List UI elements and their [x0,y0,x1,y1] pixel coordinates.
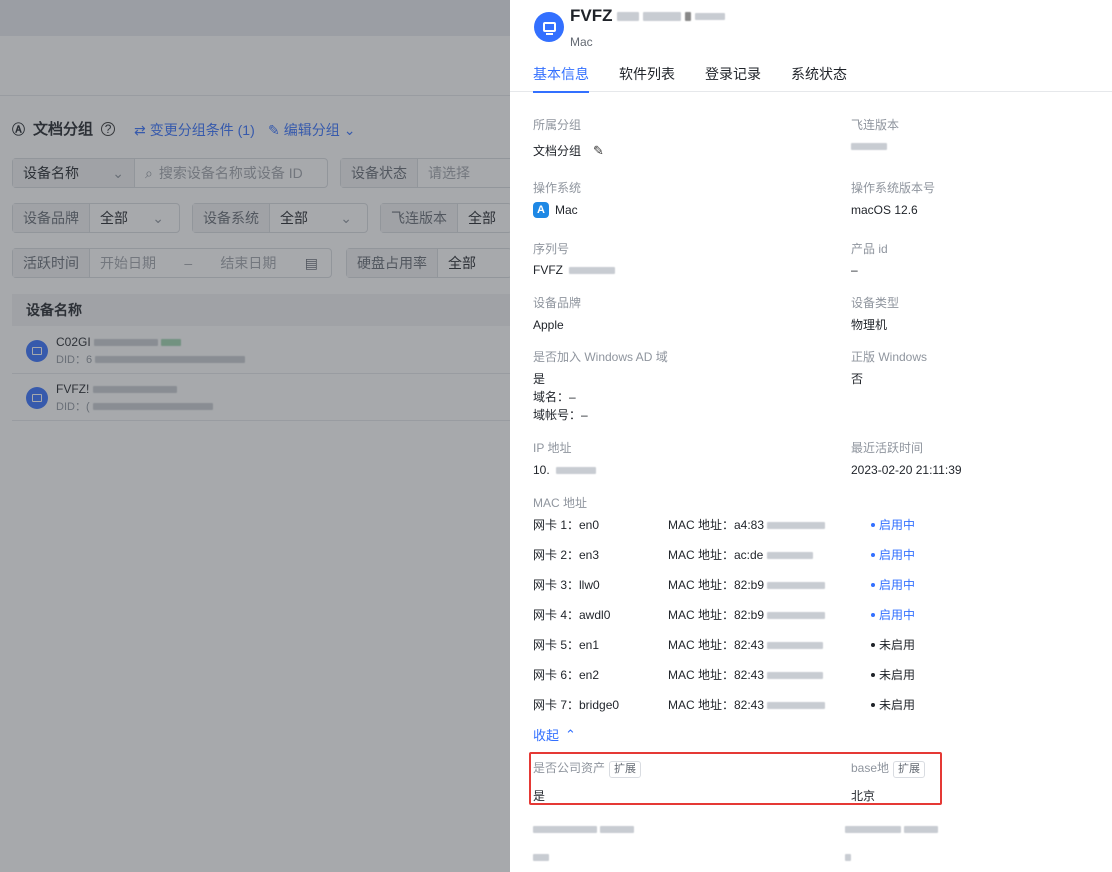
modal-overlay[interactable] [0,0,510,872]
extension-tag: 扩展 [893,761,926,778]
tab-system-status[interactable]: 系统状态 [791,64,847,92]
nic-row: 网卡 5：en1 MAC 地址：82:43 未启用 [533,636,916,653]
field-product-id: 产品 id – [851,242,888,277]
nic-row: 网卡 6：en2 MAC 地址：82:43 未启用 [533,666,916,683]
chevron-up-icon: ⌃ [565,726,576,742]
field-windows-ad: 是否加入 Windows AD 域 是 域名：– 域帐号：– [533,350,668,422]
nic-status: 未启用 [871,696,915,713]
device-detail-drawer: FVFZ Mac 基本信息 软件列表 登录记录 系统状态 所属分组 文档分组 ✎ … [510,0,1112,872]
field-device-type: 设备类型 物理机 [851,296,900,332]
tab-basic-info[interactable]: 基本信息 [533,64,589,93]
field-brand: 设备品牌 Apple [533,296,582,332]
field-os-version: 操作系统版本号 macOS 12.6 [851,181,936,217]
tab-software-list[interactable]: 软件列表 [619,64,675,92]
field-feilian-version: 飞连版本 [851,117,899,150]
nic-row: 网卡 4：awdl0 MAC 地址：82:b9 启用中 [533,606,916,623]
field-last-active: 最近活跃时间 2023-02-20 21:11:39 [851,441,962,477]
nic-status: 启用中 [871,516,915,533]
drawer-header: FVFZ Mac 基本信息 软件列表 登录记录 系统状态 [510,0,1112,93]
nic-status: 启用中 [871,606,915,623]
field-redacted [533,822,635,864]
nic-status: 启用中 [871,576,915,593]
field-base-location: base地 扩展 北京 [851,760,926,804]
drawer-subtitle: Mac [570,35,593,49]
app-store-icon: A [533,202,549,218]
field-company-asset: 是否公司资产 扩展 是 [533,760,642,804]
nic-row: 网卡 1：en0 MAC 地址：a4:83 启用中 [533,516,916,533]
nic-status: 启用中 [871,546,915,563]
field-serial: 序列号 FVFZ [533,241,615,278]
nic-status: 未启用 [871,666,915,683]
nic-row: 网卡 2：en3 MAC 地址：ac:de 启用中 [533,546,916,563]
field-mac-label: MAC 地址 [533,496,588,510]
computer-icon [534,12,564,42]
field-redacted [845,822,939,864]
collapse-button[interactable]: 收起 ⌃ [533,725,576,744]
nic-row: 网卡 3：llw0 MAC 地址：82:b9 启用中 [533,576,916,593]
extension-tag: 扩展 [609,761,642,778]
field-genuine-windows: 正版 Windows 否 [851,350,928,386]
nic-row: 网卡 7：bridge0 MAC 地址：82:43 未启用 [533,696,916,713]
tab-login-records[interactable]: 登录记录 [705,64,761,92]
edit-icon[interactable]: ✎ [593,143,604,159]
field-os: 操作系统 A Mac [533,181,582,218]
field-group: 所属分组 文档分组 ✎ [533,118,604,159]
nic-status: 未启用 [871,636,915,653]
drawer-tabs: 基本信息 软件列表 登录记录 系统状态 [533,64,847,93]
field-ip: IP 地址 10. [533,440,596,478]
drawer-title: FVFZ [570,6,725,26]
